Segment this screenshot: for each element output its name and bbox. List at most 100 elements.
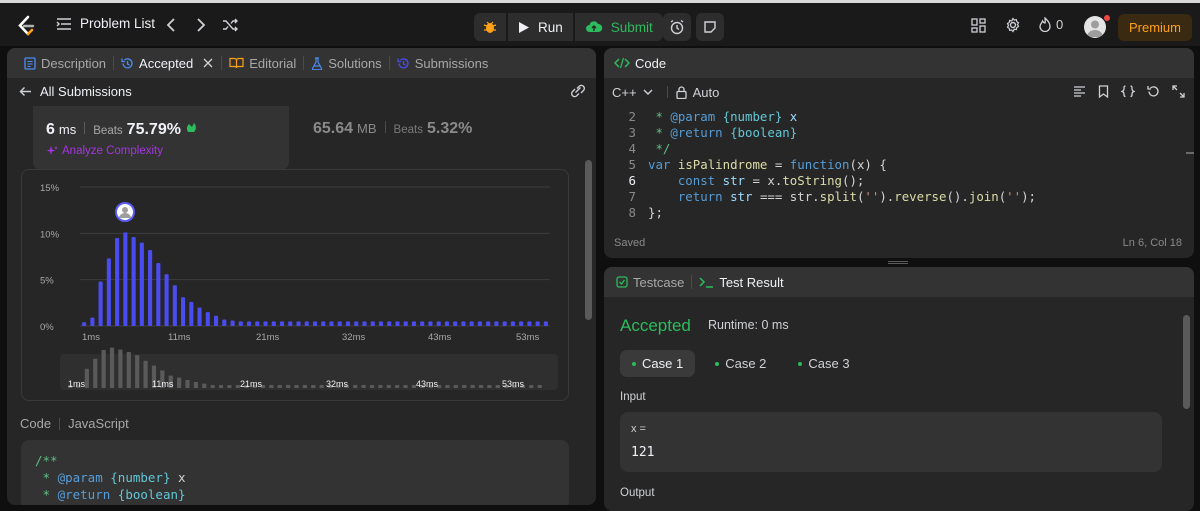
range-bar (202, 383, 207, 388)
layout-grid-icon (970, 17, 986, 33)
chart-bar (205, 312, 210, 326)
tab-description[interactable]: Description (17, 56, 113, 71)
range-bar (403, 385, 408, 388)
chart-bar (543, 321, 548, 326)
link-icon[interactable] (570, 84, 586, 98)
tab-test-result[interactable]: Test Result (692, 275, 790, 290)
case-tab-3[interactable]: Case 3 (786, 350, 861, 377)
chart-bar (469, 321, 474, 326)
range-bar (478, 385, 484, 388)
format-icon[interactable] (1073, 85, 1086, 98)
user-marker-head (122, 207, 128, 213)
run-submit-group: Run Submit (474, 13, 663, 41)
range-bar (395, 385, 400, 388)
chart-bar (304, 321, 309, 326)
curly-braces-icon[interactable] (1121, 85, 1135, 98)
close-icon[interactable] (202, 57, 214, 69)
premium-button[interactable]: Premium (1118, 14, 1192, 41)
chart-bar (255, 321, 260, 326)
submit-button[interactable]: Submit (574, 13, 663, 41)
range-bar (277, 385, 282, 388)
range-bar (353, 385, 358, 388)
tab-accepted[interactable]: Accepted (114, 56, 221, 71)
tab-submissions[interactable]: Submissions (390, 56, 496, 71)
debug-button[interactable] (474, 13, 506, 41)
tab-solutions[interactable]: Solutions (304, 56, 388, 71)
panel-resize-handle[interactable] (888, 261, 908, 264)
chart-bar (123, 232, 128, 326)
settings-button[interactable] (1002, 14, 1024, 36)
tab-testcase[interactable]: Testcase (614, 275, 691, 290)
tab-label: Editorial (249, 55, 297, 71)
range-tick-label: 32ms (326, 379, 349, 389)
tab-label: Submissions (414, 55, 489, 71)
language-value: C++ (612, 84, 637, 100)
chart-bar (420, 321, 425, 326)
history-icon (121, 57, 133, 68)
range-bar (143, 360, 148, 388)
y-tick-label: 15% (40, 183, 60, 194)
beats-label: Beats (93, 125, 123, 137)
prev-problem-button[interactable] (160, 14, 182, 36)
all-submissions-label: All Submissions (40, 84, 132, 99)
analyze-complexity-button[interactable]: Analyze Complexity (46, 145, 163, 157)
description-icon (24, 56, 36, 70)
chart-bar (387, 321, 392, 326)
auto-mode-button[interactable]: Auto (675, 85, 719, 100)
result-runtime: Runtime: 0 ms (708, 318, 789, 332)
chart-bar (164, 274, 169, 326)
chart-bar (115, 237, 120, 326)
flask-icon (312, 56, 323, 70)
chart-bar (288, 321, 293, 326)
cursor-position: Ln 6, Col 18 (1122, 237, 1182, 249)
maximize-icon[interactable] (1172, 85, 1185, 98)
bookmark-icon[interactable] (1098, 85, 1109, 98)
code-editor-panel: Code C++ Auto 2 3 4 5 6 7 8 * @param {nu… (604, 48, 1194, 258)
tab-editorial[interactable]: Editorial (222, 56, 303, 71)
range-bar (101, 350, 106, 388)
language-select[interactable]: C++ (612, 85, 653, 100)
top-bar: Problem List Run Submit 0 Premium (0, 0, 1200, 46)
streak-count: 0 (1056, 17, 1064, 32)
submitted-code-block[interactable]: /** * @param {number} x * @return {boole… (21, 440, 569, 505)
range-bar (495, 385, 500, 388)
timer-button[interactable] (663, 13, 691, 41)
streak-counter[interactable]: 0 (1039, 17, 1063, 32)
code-title: Code (635, 55, 667, 71)
all-submissions-link[interactable]: All Submissions (19, 84, 132, 99)
memory-stat[interactable]: 65.64 MB Beats 5.32% (313, 120, 472, 138)
range-bar (319, 385, 324, 388)
line-number: 5 (628, 157, 636, 172)
leetcode-logo-icon[interactable] (14, 14, 38, 38)
chart-bar (279, 321, 285, 326)
chart-bar (395, 321, 400, 326)
problem-list-button[interactable]: Problem List (56, 16, 155, 31)
range-bar (93, 358, 98, 388)
result-scrollbar[interactable] (1183, 315, 1190, 409)
input-box[interactable]: x = 121 (620, 412, 1162, 472)
x-tick-label: 43ms (428, 332, 451, 343)
range-bar (118, 349, 123, 388)
avatar[interactable] (1084, 16, 1106, 38)
gear-icon (1006, 17, 1020, 33)
chart-bar (362, 321, 367, 326)
case-tab-1[interactable]: Case 1 (620, 350, 696, 377)
bug-icon (483, 21, 497, 33)
run-button[interactable]: Run (508, 13, 573, 41)
layout-button[interactable] (967, 14, 989, 36)
case-tab-2[interactable]: Case 2 (703, 350, 778, 377)
notes-button[interactable] (696, 13, 724, 41)
chart-bar (444, 321, 449, 326)
runtime-card[interactable]: 6 ms Beats 75.79% Analyze Complexity (33, 106, 289, 170)
user-icon (1087, 20, 1103, 37)
reset-icon[interactable] (1147, 85, 1160, 98)
shuffle-button[interactable] (219, 14, 241, 36)
next-problem-button[interactable] (190, 14, 212, 36)
chevron-left-icon (166, 18, 175, 32)
code-editor[interactable]: 2 3 4 5 6 7 8 * @param {number} x * @ret… (604, 106, 1184, 226)
code-line: * @return {boolean} (35, 487, 186, 502)
variable-label: x = (631, 423, 646, 435)
chart-bar (510, 321, 515, 326)
left-scrollbar[interactable] (585, 160, 592, 320)
distribution-chart-svg: 15% 10% 5% 0% 1ms 11ms 21ms 32ms 43ms 53ms 1ms 11ms… (40, 183, 558, 390)
